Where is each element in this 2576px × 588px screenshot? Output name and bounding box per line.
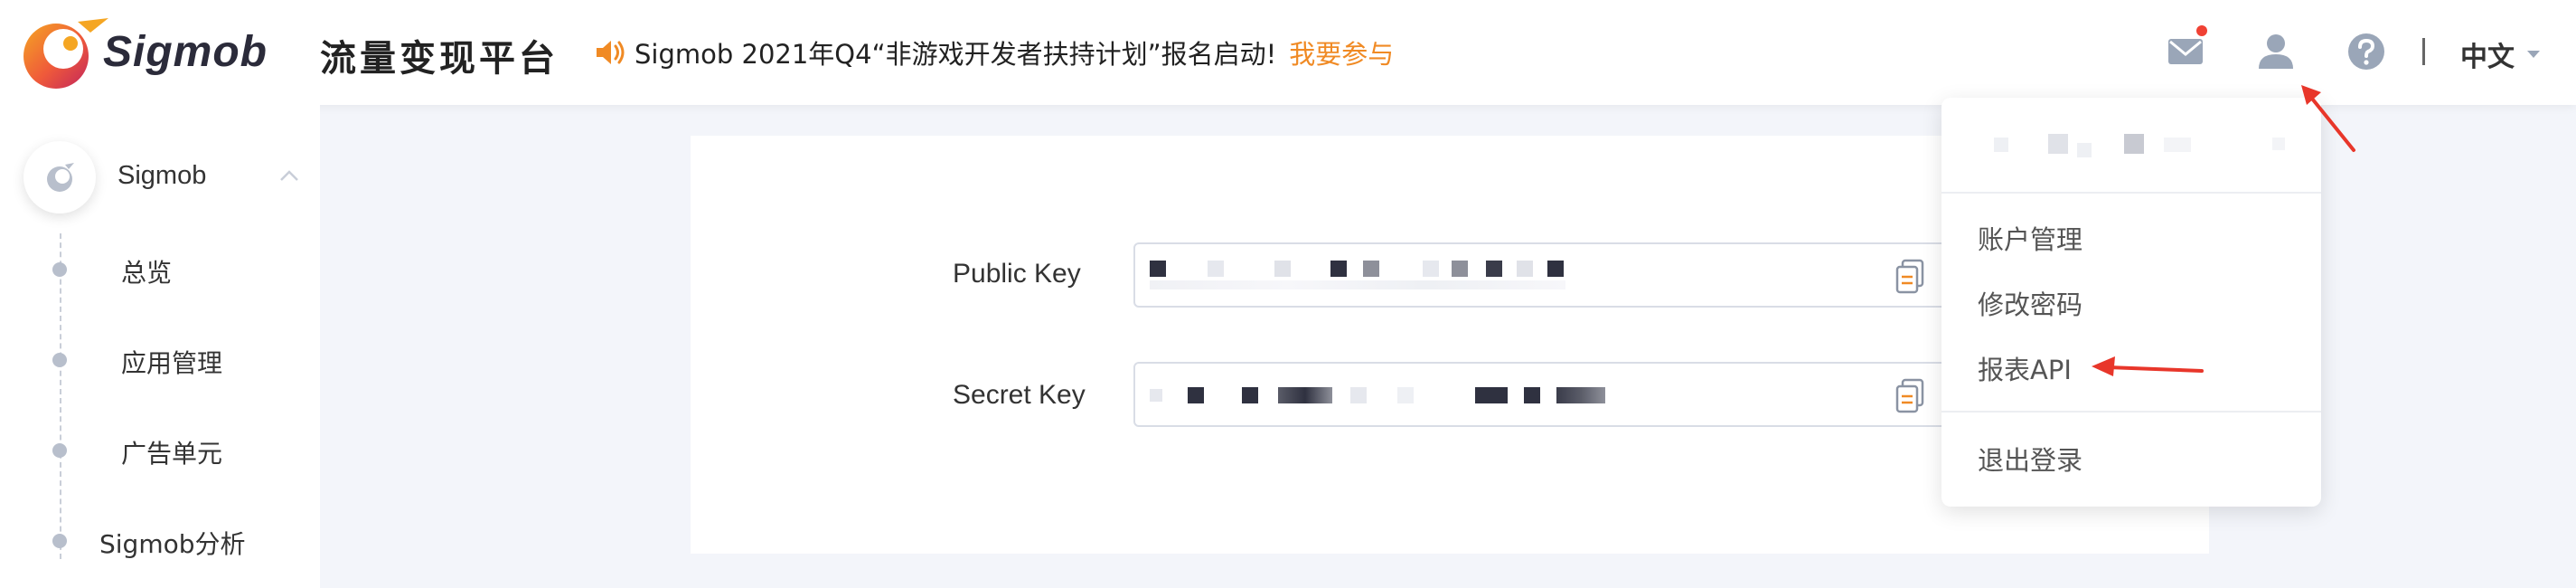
announcement-bar: Sigmob 2021年Q4“非游戏开发者扶持计划”报名启动! 我要参与 [593,33,1394,72]
sidebar-item-app-management[interactable]: 应用管理 [0,333,320,387]
secret-key-field[interactable] [1133,362,2055,427]
annotation-arrow-user [2301,85,2355,152]
sidebar-item-label: 总览 [121,258,173,288]
sidebar-item-sigmob-analytics[interactable]: Sigmob分析 [0,514,320,568]
language-select[interactable]: 中文 [2460,34,2542,74]
mail-icon[interactable] [2165,31,2206,72]
menu-divider [1941,192,2321,194]
sidebar-group-sigmob[interactable]: Sigmob [0,141,320,228]
tree-dot [52,353,67,367]
account-info-masked [1941,98,2321,192]
menu-item-logout[interactable]: 退出登录 [1978,440,2082,478]
sidebar-item-label: Sigmob分析 [99,529,246,559]
sidebar-group-label: Sigmob [118,161,207,190]
header-divider [2422,38,2425,65]
sidebar: Sigmob 总览 应用管理 广告单元 Sigmob分析 [0,105,320,588]
copy-icon[interactable] [1894,378,1925,414]
public-key-field[interactable] [1133,242,2055,308]
sigmob-logo[interactable]: Sigmob [18,13,298,94]
secret-key-label: Secret Key [953,380,1086,410]
tree-dot [52,443,67,458]
user-icon[interactable] [2255,31,2297,72]
chevron-down-icon [2527,51,2540,58]
notification-dot [2196,25,2207,36]
join-link[interactable]: 我要参与 [1289,33,1394,71]
sidebar-item-label: 广告单元 [121,439,223,469]
tree-dot [52,534,67,548]
speaker-icon [597,41,625,64]
platform-title: 流量变现平台 [320,38,559,80]
menu-divider [1941,411,2321,413]
public-key-label: Public Key [953,259,1081,289]
top-header: Sigmob 流量变现平台 Sigmob 2021年Q4“非游戏开发者扶持计划”… [0,0,2576,105]
chevron-up-icon [280,170,298,181]
menu-item-account-management[interactable]: 账户管理 [1978,219,2082,257]
announcement-text: Sigmob 2021年Q4“非游戏开发者扶持计划”报名启动! [635,39,1277,70]
sidebar-item-overview[interactable]: 总览 [0,242,320,297]
sidebar-item-label: 应用管理 [121,348,223,378]
user-menu-dropdown: 账户管理 修改密码 报表API 退出登录 [1941,98,2321,507]
sidebar-item-ad-units[interactable]: 广告单元 [0,423,320,478]
annotation-arrow-report-api [2092,356,2204,376]
help-icon[interactable] [2346,31,2387,72]
logo-wordmark: Sigmob [103,28,268,76]
tree-dot [52,262,67,277]
copy-icon[interactable] [1894,259,1925,295]
language-label: 中文 [2460,42,2515,73]
menu-item-change-password[interactable]: 修改密码 [1978,284,2082,322]
sigmob-app-icon [24,141,96,213]
menu-item-report-api[interactable]: 报表API [1978,349,2072,387]
